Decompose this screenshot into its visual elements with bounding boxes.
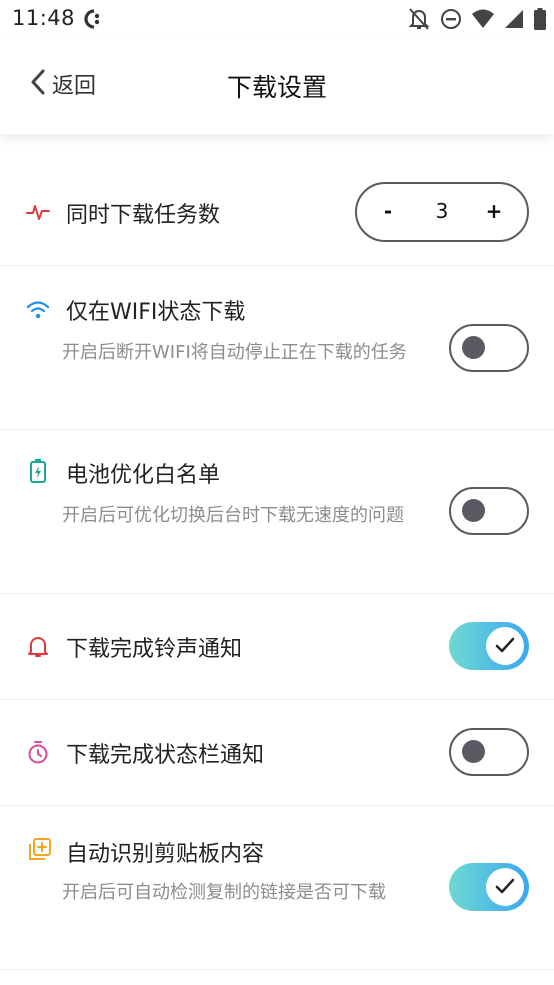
battery-charging-icon	[26, 458, 50, 483]
ringtone-notify-toggle[interactable]	[449, 622, 529, 670]
battery-icon	[534, 8, 546, 34]
wifi-icon	[26, 298, 50, 322]
bell-icon	[26, 634, 50, 658]
do-not-disturb-icon	[440, 8, 462, 34]
notifications-off-icon	[408, 7, 430, 35]
statusbar-notify-toggle[interactable]	[449, 728, 529, 776]
pulse-icon	[26, 200, 50, 224]
setting-row-battery-whitelist: 电池优化白名单 开启后可优化切换后台时下载无速度的问题	[0, 430, 554, 594]
wifi-only-toggle[interactable]	[449, 324, 529, 372]
stepper-value: 3	[435, 199, 449, 223]
setting-row-ringtone-notify: 下载完成铃声通知	[0, 594, 554, 700]
app-bar: 返回 下载设置	[0, 38, 554, 134]
setting-title: 自动识别剪贴板内容	[66, 842, 265, 867]
setting-description: 开启后断开WIFI将自动停止正在下载的任务	[62, 342, 407, 363]
clipboard-detect-toggle[interactable]	[449, 863, 529, 911]
toggle-knob	[486, 868, 524, 906]
clipboard-add-icon	[26, 837, 51, 861]
setting-title: 电池优化白名单	[66, 463, 221, 488]
setting-row-clipboard-detect: 自动识别剪贴板内容 开启后可自动检测复制的链接是否可下载	[0, 806, 554, 970]
status-bar: 11:48	[0, 0, 554, 38]
setting-title: 仅在WIFI状态下载	[66, 300, 246, 325]
concurrent-downloads-stepper: - 3 +	[355, 182, 529, 242]
toggle-knob	[486, 627, 524, 665]
battery-whitelist-toggle[interactable]	[449, 487, 529, 535]
setting-description: 开启后可优化切换后台时下载无速度的问题	[62, 505, 404, 526]
status-time: 11:48	[12, 6, 76, 30]
setting-title: 下载完成铃声通知	[66, 637, 243, 662]
setting-row-statusbar-notify: 下载完成状态栏通知	[0, 700, 554, 806]
stopwatch-icon	[26, 740, 50, 764]
toggle-knob	[462, 499, 485, 522]
cell-signal-icon	[504, 9, 524, 33]
toggle-knob	[462, 740, 485, 763]
setting-title: 同时下载任务数	[66, 203, 221, 228]
checkmark-icon	[495, 637, 515, 653]
setting-row-concurrent-downloads: 同时下载任务数 - 3 +	[0, 134, 554, 266]
increment-button[interactable]: +	[469, 184, 519, 239]
toggle-knob	[462, 336, 485, 359]
setting-description: 开启后可自动检测复制的链接是否可下载	[62, 882, 386, 903]
checkmark-icon	[495, 878, 515, 894]
setting-title: 下载完成状态栏通知	[66, 743, 265, 768]
decrement-button[interactable]: -	[363, 184, 413, 239]
sync-status-icon	[80, 8, 104, 34]
setting-row-wifi-only: 仅在WIFI状态下载 开启后断开WIFI将自动停止正在下载的任务	[0, 266, 554, 430]
page-title: 下载设置	[226, 73, 327, 102]
wifi-signal-icon	[472, 9, 494, 33]
